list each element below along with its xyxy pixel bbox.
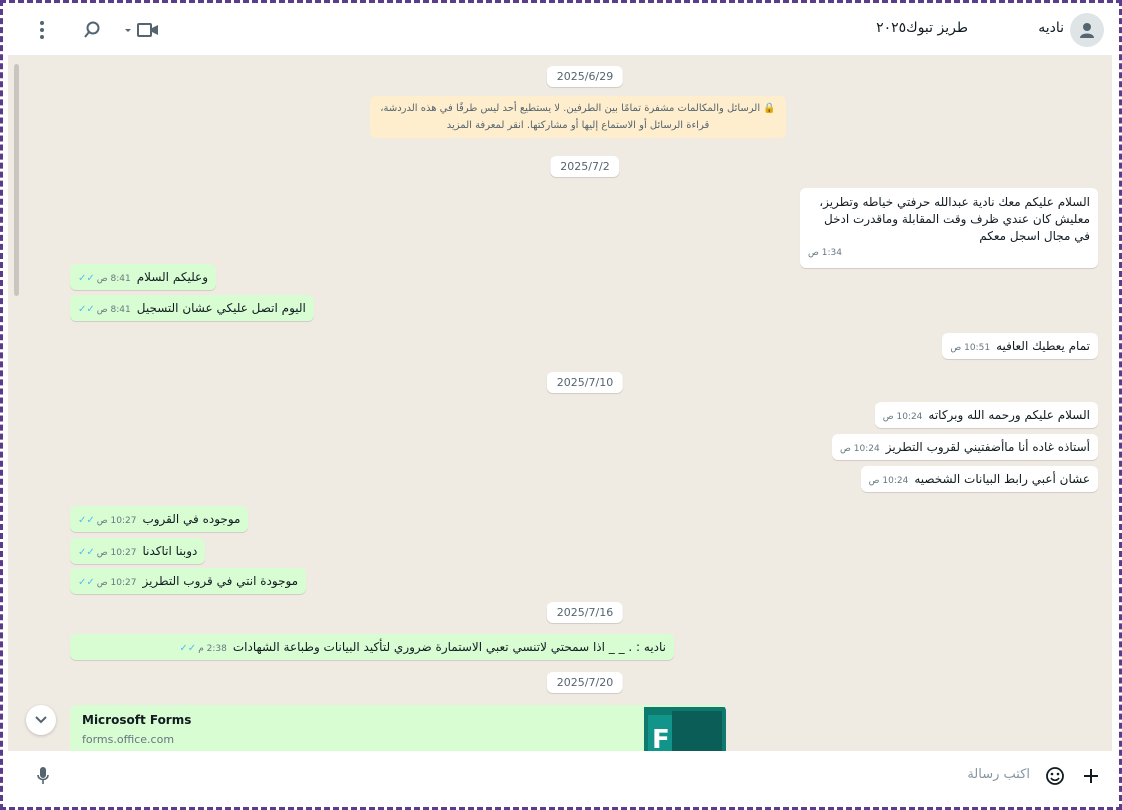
message-incoming[interactable]: السلام عليكم معك نادية عبدالله حرفتي خيا…: [800, 188, 1098, 268]
read-ticks-icon: ✓✓: [78, 515, 95, 526]
message-text: السلام عليكم معك نادية عبدالله حرفتي خيا…: [819, 195, 1090, 243]
message-incoming[interactable]: أستاذه غاده أنا ماأضفتيني لقروب التطريز 1…: [832, 434, 1098, 460]
message-text: أستاذه غاده أنا ماأضفتيني لقروب التطريز: [885, 440, 1090, 454]
link-preview-title: Microsoft Forms: [82, 713, 192, 727]
message-time: 8:41 ص: [96, 305, 131, 315]
message-outgoing[interactable]: اليوم اتصل عليكي عشان التسجيل 8:41 ص✓✓: [70, 295, 314, 321]
message-time: 10:27 ص: [96, 548, 137, 558]
message-text: السلام عليكم ورحمه الله وبركاته: [928, 408, 1090, 422]
message-incoming[interactable]: تمام يعطيك العافيه 10:51 ص: [942, 333, 1098, 359]
message-text: موجودة انتي في قروب التطريز: [142, 574, 299, 588]
video-call-icon[interactable]: [120, 18, 164, 42]
message-time: 10:24 ص: [868, 476, 909, 486]
microphone-icon[interactable]: [30, 763, 56, 789]
attach-plus-icon[interactable]: [1078, 763, 1104, 789]
message-incoming[interactable]: السلام عليكم ورحمه الله وبركاته 10:24 ص: [874, 402, 1098, 428]
encryption-notice[interactable]: 🔒 الرسائل والمكالمات مشفرة تمامًا بين ال…: [370, 96, 786, 138]
message-time: 8:41 ص: [96, 274, 131, 284]
message-time: 10:27 ص: [96, 578, 137, 588]
message-time: 10:27 ص: [96, 516, 137, 526]
forms-logo-icon: F: [644, 707, 726, 751]
read-ticks-icon: ✓✓: [78, 577, 95, 588]
message-text: موجوده في القروب: [142, 512, 241, 526]
link-preview-card[interactable]: Microsoft Forms forms.office.com F: [70, 705, 726, 751]
link-preview-url: forms.office.com: [82, 733, 175, 746]
chat-header: طريز تبوك٢٠٢٥ ناديه: [8, 5, 1112, 56]
message-text: تمام يعطيك العافيه: [996, 339, 1090, 353]
menu-icon[interactable]: [30, 18, 54, 42]
message-outgoing[interactable]: وعليكم السلام 8:41 ص✓✓: [70, 264, 216, 290]
message-incoming[interactable]: عشان أعبي رابط البيانات الشخصيه 10:24 ص: [860, 466, 1098, 492]
emoji-icon[interactable]: [1042, 763, 1068, 789]
chat-window: طريز تبوك٢٠٢٥ ناديه 2025/6/29 🔒 الرسائل …: [8, 5, 1112, 803]
scrollbar[interactable]: [14, 64, 19, 296]
group-name[interactable]: طريز تبوك٢٠٢٥: [876, 20, 968, 36]
read-ticks-icon: ✓✓: [78, 304, 95, 315]
message-input[interactable]: اكتب رسالة: [68, 757, 1038, 793]
composer-bar: اكتب رسالة: [8, 751, 1112, 803]
message-time: 10:24 ص: [840, 444, 880, 454]
contact-name[interactable]: ناديه: [1038, 20, 1064, 36]
date-separator: 2025/6/29: [546, 66, 624, 87]
read-ticks-icon: ✓✓: [78, 273, 95, 284]
date-separator: 2025/7/20: [546, 672, 624, 693]
message-outgoing[interactable]: موجودة انتي في قروب التطريز 10:27 ص✓✓: [70, 568, 307, 594]
read-ticks-icon: ✓✓: [179, 643, 197, 654]
message-input-placeholder: اكتب رسالة: [967, 767, 1030, 782]
read-ticks-icon: ✓✓: [78, 547, 95, 558]
message-text: دوبنا اتاكدنا: [142, 544, 198, 558]
message-time: 2:38 م: [198, 644, 227, 654]
message-time: 10:24 ص: [882, 412, 923, 422]
message-text: وعليكم السلام: [136, 270, 208, 284]
message-text: ناديه : . _ _ اذا سمحتي لاتنسي تعبي الاس…: [232, 640, 666, 654]
avatar-icon[interactable]: [1070, 13, 1104, 47]
message-outgoing[interactable]: ناديه : . _ _ اذا سمحتي لاتنسي تعبي الاس…: [70, 634, 674, 660]
message-text: اليوم اتصل عليكي عشان التسجيل: [136, 301, 306, 315]
message-list[interactable]: 2025/6/29 🔒 الرسائل والمكالمات مشفرة تما…: [8, 56, 1112, 751]
message-text: عشان أعبي رابط البيانات الشخصيه: [914, 472, 1090, 486]
chevron-down-icon: [35, 716, 47, 724]
message-outgoing[interactable]: موجوده في القروب 10:27 ص✓✓: [70, 506, 249, 532]
date-separator: 2025/7/2: [550, 156, 620, 177]
message-outgoing[interactable]: دوبنا اتاكدنا 10:27 ص✓✓: [70, 538, 206, 564]
search-icon[interactable]: [80, 18, 104, 42]
date-separator: 2025/7/16: [546, 602, 624, 623]
message-time: 10:51 ص: [950, 343, 991, 353]
message-time: 1:34 ص: [808, 248, 842, 258]
scroll-down-button[interactable]: [26, 705, 56, 735]
date-separator: 2025/7/10: [546, 372, 624, 393]
